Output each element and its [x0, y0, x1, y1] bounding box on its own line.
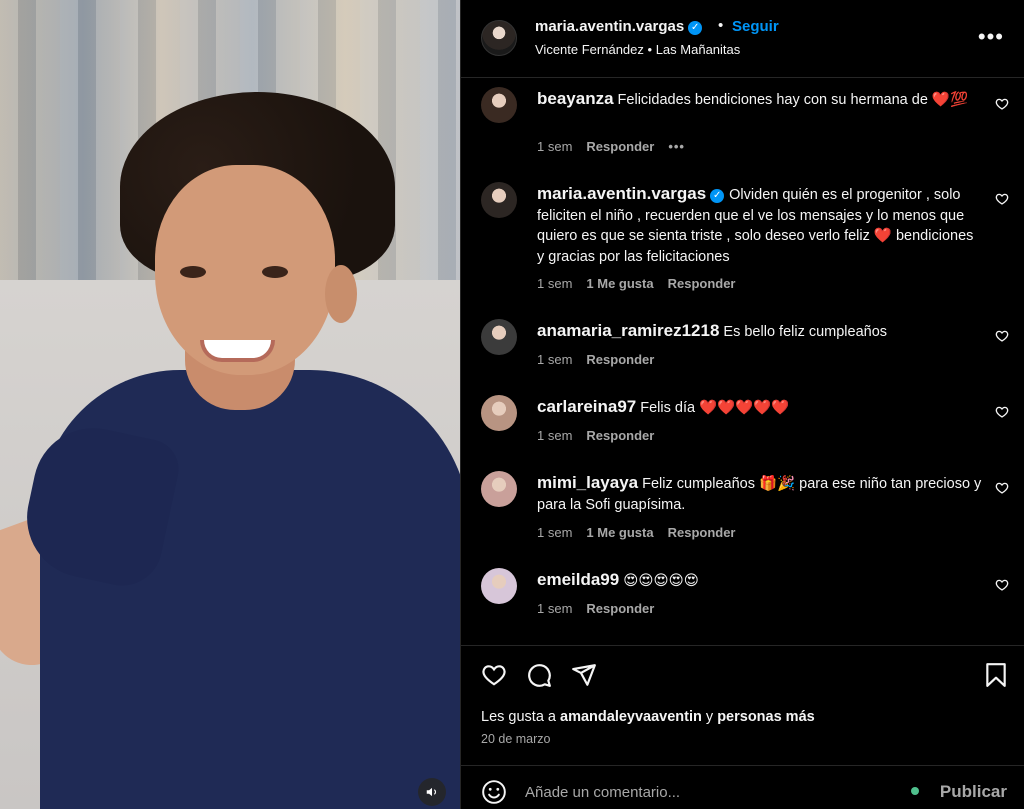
bookmark-icon[interactable]	[983, 662, 1009, 688]
heart-icon[interactable]	[481, 662, 507, 688]
comment-reply-button[interactable]: Responder	[586, 352, 654, 367]
verified-badge-icon: ✓	[710, 189, 725, 203]
comments-list[interactable]: beayanza Felicidades bendiciones hay con …	[461, 79, 1024, 644]
comment-text-block: carlareina97 Felis día ❤️❤️❤️❤️❤️	[537, 397, 982, 419]
comment-username[interactable]: mimi_layaya	[537, 473, 638, 492]
audio-track[interactable]: Las Mañanitas	[656, 42, 741, 57]
status-dot	[911, 787, 919, 795]
photo-eye-left	[180, 266, 206, 278]
comment-like-heart-icon[interactable]	[995, 481, 1009, 495]
comment-username[interactable]: maria.aventin.vargas	[537, 184, 706, 203]
verified-badge-icon: ✓	[688, 21, 703, 35]
commenter-avatar[interactable]	[481, 319, 517, 355]
comment-text-block: anamaria_ramirez1218 Es bello feliz cumpl…	[537, 321, 982, 343]
comment-body: Es bello feliz cumpleaños	[723, 324, 888, 340]
commenter-avatar[interactable]	[481, 471, 517, 507]
speaker-icon	[426, 787, 437, 797]
commenter-avatar[interactable]	[481, 182, 517, 218]
comment-body: Felicidades bendiciones hay con su herma…	[617, 92, 969, 108]
comment-reply-button[interactable]: Responder	[586, 428, 654, 443]
post-side-panel: maria.aventin.vargas ✓ • Seguir Vicente F…	[460, 0, 1024, 809]
comment-username[interactable]: anamaria_ramirez1218	[537, 321, 719, 340]
photo-smile	[200, 340, 275, 362]
paper-plane-icon[interactable]	[571, 662, 597, 688]
post-photo	[0, 0, 460, 809]
comment-username[interactable]: beayanza	[537, 89, 614, 108]
comment-reply-button[interactable]: Responder	[668, 276, 736, 291]
comment-meta: 1 sem 1 Me gusta Responder	[537, 525, 750, 540]
comment-like-count[interactable]: 1 Me gusta	[586, 525, 653, 540]
comment-body: Felis día ❤️❤️❤️❤️❤️	[640, 400, 790, 416]
comment-body: 😍😍😍😍😍	[623, 573, 699, 589]
comment-reply-button[interactable]: Responder	[586, 139, 654, 154]
comment-meta: 1 sem 1 Me gusta Responder	[537, 276, 750, 291]
comment-like-heart-icon[interactable]	[995, 405, 1009, 419]
likes-prefix: Les gusta a	[481, 709, 556, 725]
comment-reply-button[interactable]: Responder	[668, 525, 736, 540]
photo-ear	[325, 265, 357, 323]
likes-middle: y	[705, 709, 714, 725]
comment-more-icon[interactable]: •••	[668, 139, 685, 154]
comment-text-block: emeilda99 😍😍😍😍😍	[537, 570, 982, 592]
comment-meta: 1 sem Responder	[537, 352, 668, 367]
emoji-smiley-icon[interactable]	[481, 779, 507, 805]
comment-meta: 1 sem Responder	[537, 601, 668, 616]
comment-username[interactable]: carlareina97	[537, 397, 636, 416]
comment-composer: Publicar	[461, 765, 1024, 809]
comment-username[interactable]: emeilda99	[537, 570, 619, 589]
comment-time[interactable]: 1 sem	[537, 525, 572, 540]
post-date[interactable]: 20 de marzo	[481, 732, 550, 746]
commenter-avatar[interactable]	[481, 568, 517, 604]
follow-button[interactable]: Seguir	[732, 18, 779, 35]
comment-meta: 1 sem Responder	[537, 428, 668, 443]
comment-time[interactable]: 1 sem	[537, 276, 572, 291]
likes-others-link[interactable]: personas más	[717, 709, 815, 725]
likes-user-link[interactable]: amandaleyvaaventin	[560, 709, 702, 725]
sound-toggle-button[interactable]	[418, 778, 446, 806]
post-actions: Les gusta a amandaleyvaaventin y persona…	[461, 645, 1024, 765]
comment-time[interactable]: 1 sem	[537, 139, 572, 154]
comment-time[interactable]: 1 sem	[537, 352, 572, 367]
comment-like-count[interactable]: 1 Me gusta	[586, 276, 653, 291]
comment-time[interactable]: 1 sem	[537, 428, 572, 443]
comment-like-heart-icon[interactable]	[995, 192, 1009, 206]
comment-meta: 1 sem Responder •••	[537, 139, 699, 154]
commenter-avatar[interactable]	[481, 87, 517, 123]
comment-text-block: beayanza Felicidades bendiciones hay con …	[537, 89, 982, 111]
comment-text-block: mimi_layaya Feliz cumpleaños 🎁🎉 para ese …	[537, 473, 982, 515]
audio-artist[interactable]: Vicente Fernández	[535, 42, 644, 57]
comment-input[interactable]	[525, 776, 895, 808]
comment-like-heart-icon[interactable]	[995, 329, 1009, 343]
publish-button[interactable]: Publicar	[940, 782, 1007, 802]
comment-like-heart-icon[interactable]	[995, 578, 1009, 592]
comment-time[interactable]: 1 sem	[537, 601, 572, 616]
comment-bubble-icon[interactable]	[526, 662, 552, 688]
comment-reply-button[interactable]: Responder	[586, 601, 654, 616]
commenter-avatar[interactable]	[481, 395, 517, 431]
owner-username[interactable]: maria.aventin.vargas ✓	[535, 18, 703, 35]
owner-avatar[interactable]	[481, 20, 517, 56]
audio-separator: •	[647, 42, 653, 57]
audio-attribution[interactable]: Vicente Fernández • Las Mañanitas	[535, 42, 740, 57]
photo-eye-right	[262, 266, 288, 278]
likes-summary[interactable]: Les gusta a amandaleyvaaventin y persona…	[481, 709, 815, 725]
post-header: maria.aventin.vargas ✓ • Seguir Vicente F…	[461, 0, 1024, 78]
owner-username-text[interactable]: maria.aventin.vargas	[535, 18, 684, 35]
comment-text-block: maria.aventin.vargas ✓ Olviden quién es el…	[537, 184, 982, 267]
comment-like-heart-icon[interactable]	[995, 97, 1009, 111]
more-options-icon[interactable]: •••	[978, 24, 1004, 50]
header-separator: •	[718, 17, 724, 34]
